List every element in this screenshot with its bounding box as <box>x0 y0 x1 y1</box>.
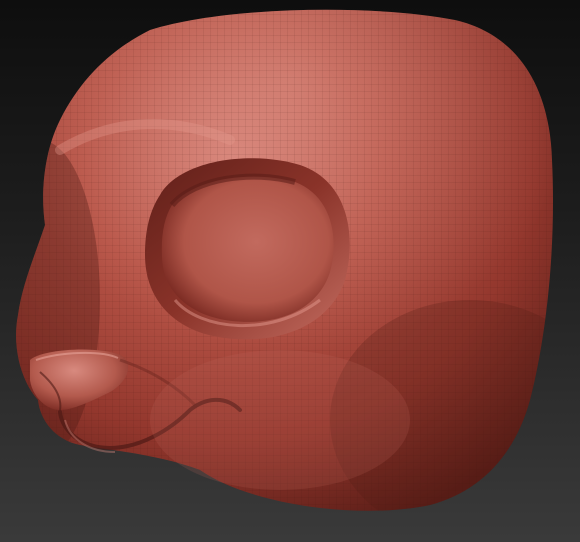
eye-socket <box>145 158 350 340</box>
sculpt-viewport[interactable] <box>0 0 580 542</box>
head-sculpt-render <box>16 9 554 511</box>
cheek <box>150 350 410 490</box>
